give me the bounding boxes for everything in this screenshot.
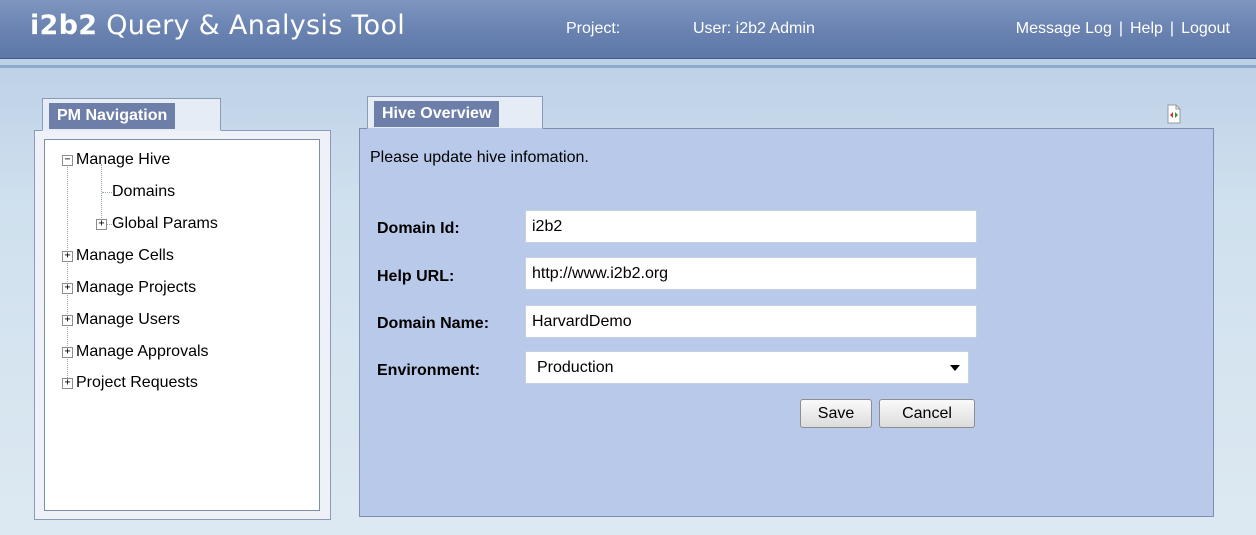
domain-id-field[interactable]	[525, 210, 977, 243]
hive-message: Please update hive infomation.	[370, 149, 589, 166]
expand-icon[interactable]: +	[62, 378, 73, 389]
expand-icon[interactable]: +	[96, 219, 107, 230]
tree-item-manage-approvals[interactable]: + Manage Approvals	[62, 342, 209, 362]
tree-item-manage-projects[interactable]: + Manage Projects	[62, 278, 196, 298]
expand-icon[interactable]: +	[62, 315, 73, 326]
collapse-icon[interactable]: −	[62, 155, 73, 166]
tab-hive-overview[interactable]: Hive Overview	[367, 96, 543, 129]
tree-item-label[interactable]: Manage Hive	[76, 151, 170, 168]
tree-item-label[interactable]: Project Requests	[76, 374, 198, 391]
logout-link[interactable]: Logout	[1181, 20, 1230, 37]
project-label: Project:	[566, 20, 621, 37]
tree-item-domains[interactable]: Domains	[112, 182, 175, 202]
help-link[interactable]: Help	[1130, 20, 1163, 37]
header-links: Message Log | Help | Logout	[1016, 20, 1230, 38]
navigation-tree: − Manage Hive Domains + Global Params + …	[44, 139, 320, 511]
tree-item-label[interactable]: Manage Cells	[76, 247, 174, 264]
tree-item-project-requests[interactable]: + Project Requests	[62, 373, 198, 393]
tree-item-label[interactable]: Manage Projects	[76, 279, 196, 296]
tree-item-manage-users[interactable]: + Manage Users	[62, 310, 180, 330]
save-button[interactable]: Save	[800, 399, 872, 428]
tree-item-label[interactable]: Manage Users	[76, 311, 180, 328]
expand-icon[interactable]: +	[62, 251, 73, 262]
tree-item-label[interactable]: Global Params	[112, 215, 218, 232]
help-url-field[interactable]	[525, 257, 977, 290]
link-separator: |	[1169, 20, 1175, 37]
environment-selected-value: Production	[537, 359, 614, 376]
domain-name-field[interactable]	[525, 305, 977, 338]
link-separator: |	[1118, 20, 1123, 37]
chevron-down-icon	[950, 365, 960, 371]
app-title: Query & Analysis Tool	[106, 10, 406, 41]
cancel-button[interactable]: Cancel	[879, 399, 975, 428]
environment-label: Environment:	[377, 362, 481, 379]
environment-select[interactable]: Production	[525, 351, 969, 384]
tree-connector	[102, 192, 112, 193]
tree-item-global-params[interactable]: + Global Params	[96, 214, 218, 234]
domain-id-label: Domain Id:	[377, 220, 460, 237]
tree-item-manage-cells[interactable]: + Manage Cells	[62, 246, 174, 266]
tree-item-label[interactable]: Manage Approvals	[76, 343, 209, 360]
refresh-icon[interactable]	[1165, 104, 1183, 124]
expand-icon[interactable]: +	[62, 347, 73, 358]
tab-pm-navigation-active[interactable]: PM Navigation	[42, 98, 221, 131]
brand-name: i2b2	[30, 10, 98, 41]
app-logo: i2b2 Query & Analysis Tool	[30, 10, 405, 41]
tab-label: PM Navigation	[49, 103, 176, 129]
tree-item-manage-hive[interactable]: − Manage Hive	[62, 150, 170, 170]
expand-icon[interactable]: +	[62, 283, 73, 294]
tab-label: Hive Overview	[374, 101, 500, 127]
help-url-label: Help URL:	[377, 268, 455, 285]
tree-item-label[interactable]: Domains	[112, 183, 175, 200]
divider	[0, 65, 1256, 68]
message-log-link[interactable]: Message Log	[1016, 20, 1112, 37]
domain-name-label: Domain Name:	[377, 315, 490, 332]
user-label: User: i2b2 Admin	[693, 20, 815, 37]
app-header: i2b2 Query & Analysis Tool Project: User…	[0, 0, 1256, 59]
